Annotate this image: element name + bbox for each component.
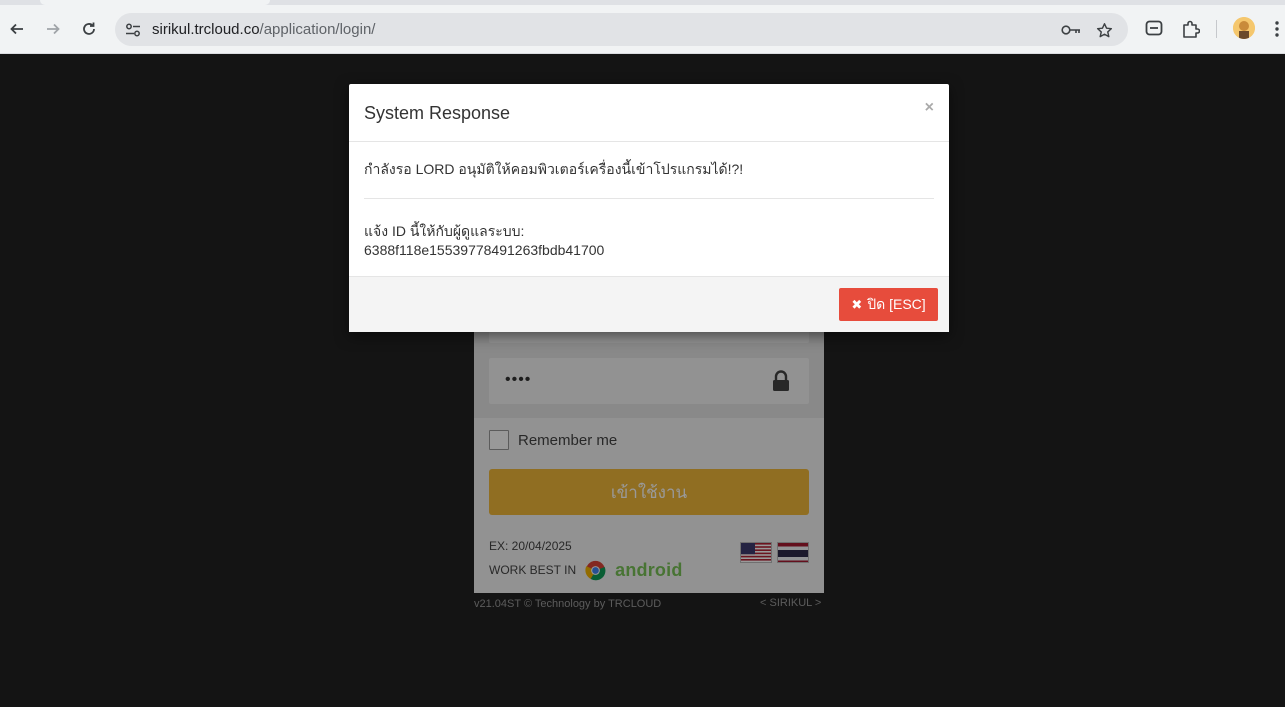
forward-button[interactable]	[40, 16, 66, 42]
toolbar-separator	[1216, 20, 1217, 38]
divider	[364, 198, 934, 199]
modal-footer: ✖ ปิด [ESC]	[349, 276, 949, 332]
tune-icon[interactable]	[122, 19, 143, 40]
avatar-icon[interactable]	[1233, 17, 1255, 39]
close-esc-button[interactable]: ✖ ปิด [ESC]	[839, 288, 938, 321]
chat-icon[interactable]	[1143, 18, 1165, 40]
close-x-icon: ✖	[851, 296, 863, 312]
puzzle-icon[interactable]	[1180, 18, 1202, 40]
system-response-modal: System Response × กำลังรอ LORD อนุมัติให…	[349, 84, 949, 332]
close-esc-label: ปิด [ESC]	[867, 295, 926, 312]
star-icon[interactable]	[1094, 20, 1114, 40]
url-path: /application/login/	[259, 21, 376, 38]
modal-title: System Response	[364, 103, 511, 123]
browser-toolbar: sirikul.trcloud.co/application/login/	[0, 0, 1285, 54]
machine-id-label: แจ้ง ID นี้ให้กับผู้ดูแลระบบ:	[364, 223, 525, 239]
tab-strip	[0, 0, 1285, 5]
reload-button[interactable]	[76, 16, 102, 42]
key-icon[interactable]	[1061, 20, 1081, 40]
modal-header: System Response ×	[349, 84, 949, 142]
waiting-approval-message: กำลังรอ LORD อนุมัติให้คอมพิวเตอร์เครื่อ…	[364, 161, 744, 177]
active-tab[interactable]	[40, 0, 270, 5]
url-text[interactable]: sirikul.trcloud.co/application/login/	[152, 21, 375, 38]
more-vert-icon[interactable]	[1274, 19, 1282, 39]
close-icon[interactable]: ×	[925, 100, 934, 116]
url-host: sirikul.trcloud.co	[152, 21, 260, 38]
arrow-left-icon	[10, 23, 23, 35]
arrow-right-icon	[47, 23, 60, 35]
back-button[interactable]	[4, 16, 30, 42]
address-bar[interactable]: sirikul.trcloud.co/application/login/	[115, 13, 1128, 46]
machine-id-value: 6388f118e15539778491263fbdb41700	[364, 242, 605, 258]
reload-icon	[83, 22, 95, 35]
